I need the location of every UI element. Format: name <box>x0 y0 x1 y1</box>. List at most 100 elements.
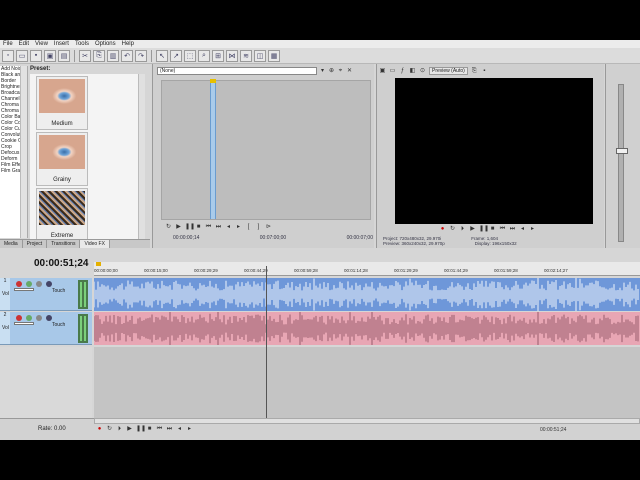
prev-frame-icon[interactable]: ◂ <box>519 226 526 233</box>
prev-frame-icon[interactable]: ◂ <box>225 224 232 231</box>
fx-list-scrollbar[interactable] <box>20 66 27 238</box>
loop-start-marker[interactable] <box>96 262 101 266</box>
pause-icon[interactable]: ❚❚ <box>479 226 489 233</box>
automation-mode[interactable]: Touch <box>52 322 65 328</box>
volume-slider[interactable] <box>14 322 34 325</box>
normal-edit-tool-icon[interactable]: ↖ <box>156 49 168 62</box>
pin-icon[interactable]: ⌖ <box>337 68 344 75</box>
start-icon[interactable]: ⏮ <box>499 226 506 233</box>
timeline-cursor[interactable] <box>266 266 267 440</box>
pause-icon[interactable]: ❚❚ <box>185 224 195 231</box>
stop-icon[interactable]: ■ <box>489 226 496 233</box>
end-icon[interactable]: ⏭ <box>509 226 516 233</box>
stop-icon[interactable]: ■ <box>146 426 153 433</box>
auto-crossfade-icon[interactable]: ⋈ <box>226 49 238 62</box>
set-out-icon[interactable]: ] <box>255 224 262 231</box>
trimmer-cursor[interactable] <box>210 79 216 219</box>
preset-gallery-scrollbar[interactable] <box>138 74 145 239</box>
track-header-1[interactable]: 1 Vol Touch <box>0 278 92 311</box>
render-icon[interactable]: ▣ <box>44 49 56 62</box>
pan-icon[interactable]: ⊕ <box>328 68 335 75</box>
automation-icon[interactable] <box>36 281 42 287</box>
trimmer-media-select[interactable]: (None) <box>157 67 317 75</box>
play-icon[interactable]: ▶ <box>175 224 182 231</box>
open-icon[interactable]: ▭ <box>16 49 28 62</box>
copy-snapshot-icon[interactable]: ⎘ <box>471 68 478 75</box>
preview-quality-select[interactable]: Preview (Auto) <box>429 67 468 75</box>
track-header-2[interactable]: 2 Vol Touch <box>0 312 92 345</box>
arm-record-icon[interactable] <box>16 315 22 321</box>
next-frame-icon[interactable]: ▸ <box>529 226 536 233</box>
record-icon[interactable]: ● <box>96 426 103 433</box>
external-monitor-icon[interactable]: ▭ <box>389 68 396 75</box>
fx-icon[interactable] <box>26 281 32 287</box>
tab-transitions[interactable]: Transitions <box>47 240 81 248</box>
play-icon[interactable]: ▶ <box>469 226 476 233</box>
split-screen-icon[interactable]: ◧ <box>409 68 416 75</box>
properties-icon[interactable]: ▤ <box>58 49 70 62</box>
preset-thumb-extreme[interactable]: Extreme <box>36 188 88 242</box>
volume-slider[interactable] <box>14 288 34 291</box>
audio-event-1[interactable] <box>94 278 640 311</box>
cut-icon[interactable]: ✂ <box>79 49 91 62</box>
save-icon[interactable]: ▪ <box>30 49 42 62</box>
paste-icon[interactable]: ▥ <box>107 49 119 62</box>
trimmer-display[interactable] <box>161 79 371 220</box>
automation-mode[interactable]: Touch <box>52 288 65 294</box>
new-icon[interactable]: ▫ <box>2 49 14 62</box>
master-fader[interactable] <box>616 148 628 154</box>
rate-slider[interactable]: Rate: 0.00 <box>38 426 66 432</box>
menu-help[interactable]: Help <box>119 41 137 47</box>
zoom-tool-icon[interactable]: ⌕ <box>198 49 210 62</box>
loop-icon[interactable]: ↻ <box>449 226 456 233</box>
loop-icon[interactable]: ↻ <box>165 224 172 231</box>
play-from-start-icon[interactable]: ⏵ <box>116 426 123 433</box>
dropdown-arrow-icon[interactable]: ▾ <box>319 68 326 75</box>
selection-tool-icon[interactable]: ⬚ <box>184 49 196 62</box>
timeline-ruler[interactable]: 00:00:00;00 00:00:15;00 00:00:29;29 00:0… <box>94 262 640 276</box>
preset-thumb-grainy[interactable]: Grainy <box>36 132 88 186</box>
automation-icon[interactable] <box>36 315 42 321</box>
pause-icon[interactable]: ❚❚ <box>136 426 146 433</box>
snapping-icon[interactable]: ⊞ <box>212 49 224 62</box>
play-from-start-icon[interactable]: ⏵ <box>459 226 466 233</box>
ripple-edit-icon[interactable]: ≋ <box>240 49 252 62</box>
end-icon[interactable]: ⏭ <box>166 426 173 433</box>
tab-video-fx[interactable]: Video FX <box>80 240 110 248</box>
add-to-timeline-icon[interactable]: ⊳ <box>265 224 272 231</box>
start-icon[interactable]: ⏮ <box>205 224 212 231</box>
set-in-icon[interactable]: [ <box>245 224 252 231</box>
menu-options[interactable]: Options <box>92 41 119 47</box>
overlays-icon[interactable]: ⊙ <box>419 68 426 75</box>
mute-icon[interactable] <box>46 315 52 321</box>
tab-media[interactable]: Media <box>0 240 23 248</box>
menu-file[interactable]: File <box>0 41 16 47</box>
menu-insert[interactable]: Insert <box>51 41 72 47</box>
lock-envelopes-icon[interactable]: ◫ <box>254 49 266 62</box>
play-icon[interactable]: ▶ <box>126 426 133 433</box>
stop-icon[interactable]: ■ <box>195 224 202 231</box>
save-snapshot-icon[interactable]: ▪ <box>481 68 488 75</box>
menu-edit[interactable]: Edit <box>16 41 32 47</box>
mute-icon[interactable] <box>46 281 52 287</box>
ignore-grouping-icon[interactable]: ▦ <box>268 49 280 62</box>
next-frame-icon[interactable]: ▸ <box>186 426 193 433</box>
timeline-scrollbar[interactable] <box>94 418 640 424</box>
audio-event-2[interactable] <box>94 312 640 345</box>
envelope-tool-icon[interactable]: ↗ <box>170 49 182 62</box>
fx-icon[interactable]: ƒ <box>399 68 406 75</box>
record-icon[interactable]: ● <box>439 226 446 233</box>
close-icon[interactable]: ✕ <box>346 68 353 75</box>
arm-record-icon[interactable] <box>16 281 22 287</box>
copy-icon[interactable]: ⎘ <box>93 49 105 62</box>
fx-icon[interactable] <box>26 315 32 321</box>
start-icon[interactable]: ⏮ <box>156 426 163 433</box>
menu-view[interactable]: View <box>32 41 51 47</box>
prev-frame-icon[interactable]: ◂ <box>176 426 183 433</box>
preset-thumb-medium[interactable]: Medium <box>36 76 88 130</box>
tab-project[interactable]: Project <box>23 240 48 248</box>
next-frame-icon[interactable]: ▸ <box>235 224 242 231</box>
properties-icon[interactable]: ▣ <box>379 68 386 75</box>
loop-icon[interactable]: ↻ <box>106 426 113 433</box>
end-icon[interactable]: ⏭ <box>215 224 222 231</box>
